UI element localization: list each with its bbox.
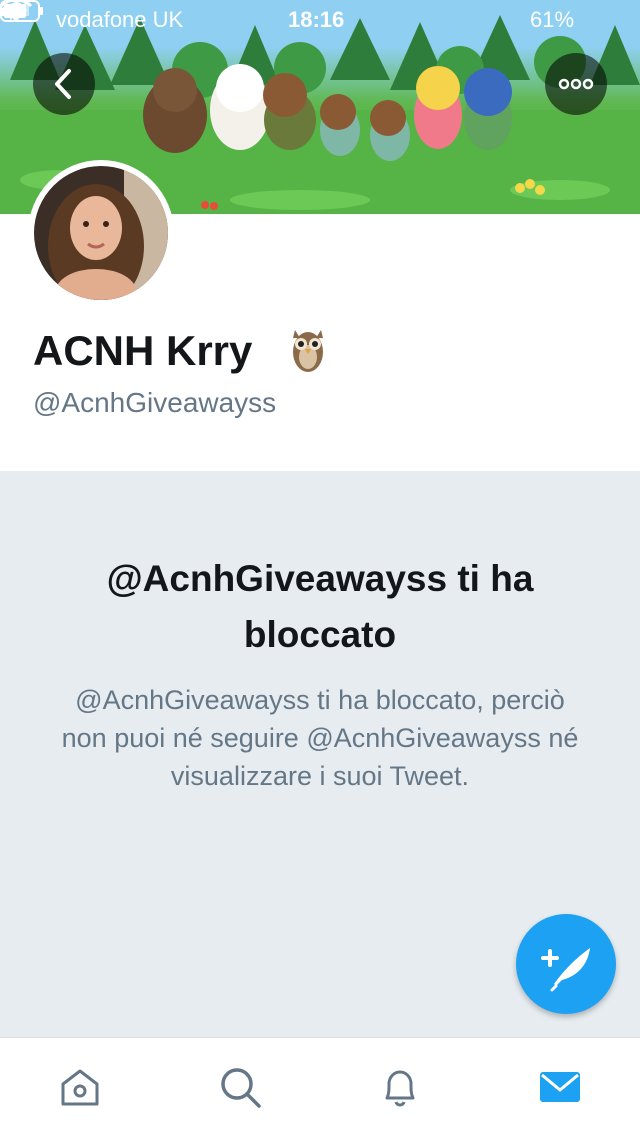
profile-name: ACNH Krry bbox=[33, 327, 253, 374]
back-button[interactable] bbox=[33, 53, 95, 115]
battery-icon bbox=[0, 0, 43, 22]
avatar-image bbox=[34, 166, 168, 300]
notifications-icon bbox=[385, 1070, 415, 1107]
compose-tweet-icon bbox=[541, 948, 590, 992]
more-options-button[interactable] bbox=[545, 53, 607, 115]
tab-home[interactable] bbox=[55, 1062, 105, 1112]
home-icon bbox=[61, 1069, 99, 1106]
carrier-name: vodafone UK bbox=[56, 7, 184, 32]
blocked-message: @AcnhGiveawayss ti ha bloccato, perciò n… bbox=[61, 685, 579, 791]
status-bar: vodafone UK 18:16 61% bbox=[0, 0, 640, 40]
messages-icon bbox=[540, 1072, 580, 1102]
profile-handle: @AcnhGiveawayss bbox=[33, 387, 277, 418]
more-icon bbox=[558, 78, 594, 90]
owl-emoji-icon bbox=[293, 330, 323, 372]
tab-bar bbox=[0, 1037, 640, 1137]
tab-search[interactable] bbox=[215, 1062, 265, 1112]
blocked-title: @AcnhGiveawayss ti ha bloccato bbox=[106, 558, 534, 655]
battery-percentage: 61% bbox=[530, 7, 575, 32]
tab-notifications[interactable] bbox=[375, 1062, 425, 1112]
chevron-left-icon bbox=[55, 69, 71, 99]
avatar[interactable] bbox=[28, 160, 174, 306]
tab-messages[interactable] bbox=[535, 1062, 585, 1112]
status-time: 18:16 bbox=[288, 7, 345, 32]
search-icon bbox=[221, 1068, 261, 1108]
compose-tweet-button[interactable] bbox=[516, 914, 616, 1014]
